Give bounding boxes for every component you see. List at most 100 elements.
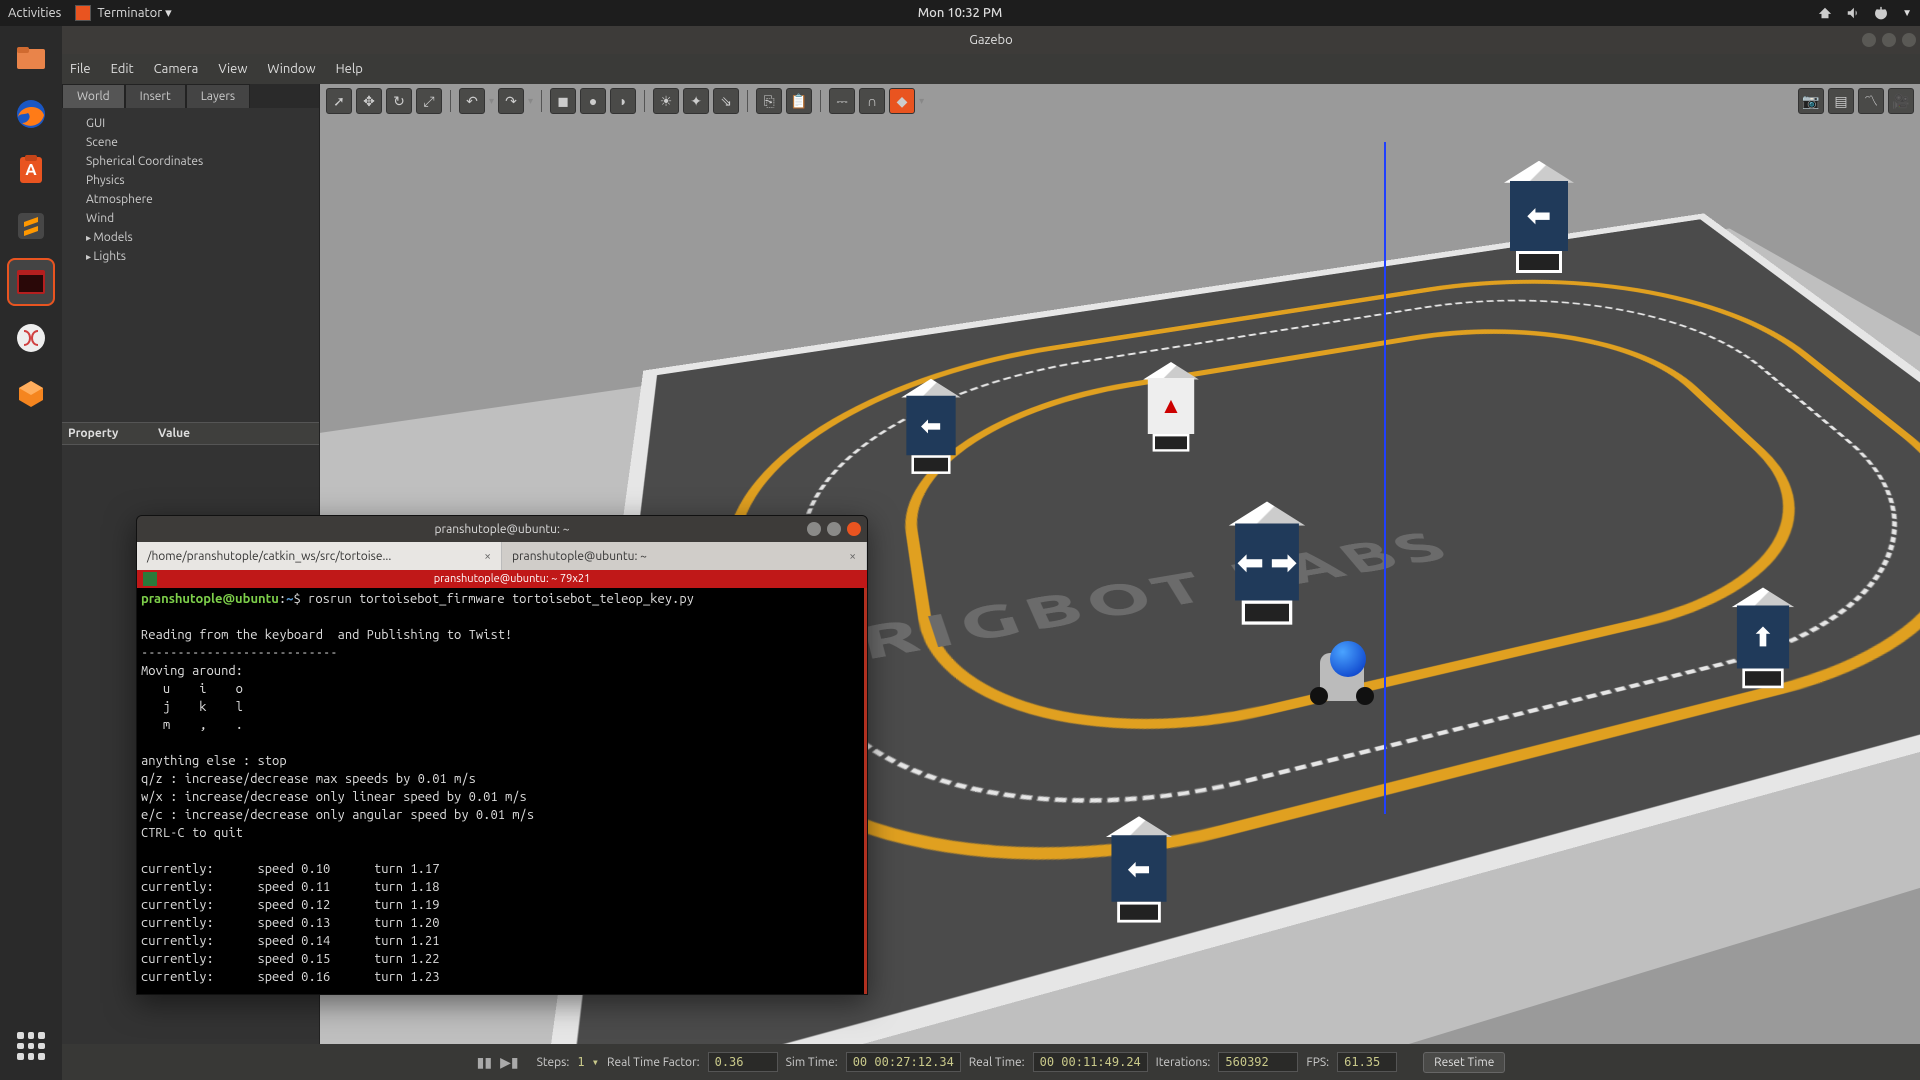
power-icon[interactable] xyxy=(1874,6,1888,20)
gazebo-titlebar: Gazebo xyxy=(62,26,1920,54)
undo-button[interactable]: ↶ xyxy=(459,88,485,114)
world-tree[interactable]: GUI Scene Spherical Coordinates Physics … xyxy=(62,108,319,272)
pause-button[interactable]: ▮▮ xyxy=(477,1054,492,1071)
term-minimize[interactable] xyxy=(807,522,821,536)
app-indicator-label: Terminator ▾ xyxy=(97,6,171,21)
term-tab-1[interactable]: /home/pranshutople/catkin_ws/src/tortois… xyxy=(137,542,502,570)
activities-button[interactable]: Activities xyxy=(8,6,61,20)
volume-icon[interactable] xyxy=(1846,6,1860,20)
col-property: Property xyxy=(68,427,158,440)
tree-item[interactable]: Atmosphere xyxy=(72,190,309,209)
plot-button[interactable]: 〽 xyxy=(1858,88,1884,114)
launcher-dock: A xyxy=(0,26,62,1080)
files-icon[interactable] xyxy=(7,34,55,82)
close-icon[interactable]: × xyxy=(849,550,856,563)
tree-item[interactable]: GUI xyxy=(72,114,309,133)
real-label: Real Time: xyxy=(969,1056,1025,1069)
software-icon[interactable]: A xyxy=(7,146,55,194)
cylinder-tool[interactable]: ◗ xyxy=(610,88,636,114)
snap-tool[interactable]: ∩ xyxy=(859,88,885,114)
redo-button[interactable]: ↷ xyxy=(498,88,524,114)
close-button[interactable] xyxy=(1902,33,1916,47)
menu-camera[interactable]: Camera xyxy=(154,62,199,76)
light-dir-tool[interactable]: ⇘ xyxy=(713,88,739,114)
term-badge-icon xyxy=(143,572,157,586)
term-tab-label: pranshutople@ubuntu: ~ xyxy=(512,550,647,563)
real-value[interactable] xyxy=(1033,1052,1148,1072)
sim-value[interactable] xyxy=(846,1052,961,1072)
app-indicator[interactable]: Terminator ▾ xyxy=(75,5,171,21)
term-status-text: pranshutople@ubuntu: ~ 79x21 xyxy=(163,573,861,585)
tree-item[interactable]: Spherical Coordinates xyxy=(72,152,309,171)
tab-insert[interactable]: Insert xyxy=(125,84,186,108)
rotate-tool[interactable]: ↻ xyxy=(386,88,412,114)
screenshot-button[interactable]: 📷 xyxy=(1798,88,1824,114)
show-apps-button[interactable] xyxy=(7,1022,55,1070)
sim-label: Sim Time: xyxy=(786,1056,838,1069)
gazebo-dock-icon[interactable] xyxy=(7,370,55,418)
iter-label: Iterations: xyxy=(1156,1056,1211,1069)
light-spot-tool[interactable]: ✦ xyxy=(683,88,709,114)
robot xyxy=(1312,641,1372,701)
menu-bar: File Edit Camera View Window Help xyxy=(62,54,1920,84)
term-close[interactable] xyxy=(847,522,861,536)
scale-tool[interactable]: ⤢ xyxy=(416,88,442,114)
terminator-titlebar[interactable]: pranshutople@ubuntu: ~ xyxy=(137,516,867,542)
clock[interactable]: Mon 10:32 PM xyxy=(918,6,1003,20)
term-maximize[interactable] xyxy=(827,522,841,536)
viewport-toolbar: ➚ ✥ ↻ ⤢ ↶ ▾ ↷ ▾ ◼ ● ◗ ☀ ✦ ⇘ ⎘ 📋 xyxy=(320,84,1920,118)
paste-button[interactable]: 📋 xyxy=(786,88,812,114)
align-tool[interactable]: ⎓ xyxy=(829,88,855,114)
minimize-button[interactable] xyxy=(1862,33,1876,47)
menu-help[interactable]: Help xyxy=(336,62,363,76)
log-button[interactable]: ▤ xyxy=(1828,88,1854,114)
record-button[interactable]: 🎥 xyxy=(1888,88,1914,114)
rtf-value[interactable] xyxy=(708,1052,778,1072)
panel-tabs: World Insert Layers xyxy=(62,84,319,108)
sign-warning: ▲ xyxy=(1143,362,1199,434)
tab-world[interactable]: World xyxy=(62,84,125,108)
selection-highlight[interactable]: ◆ xyxy=(889,88,915,114)
tree-item[interactable]: Wind xyxy=(72,209,309,228)
caret-down-icon[interactable]: ▼ xyxy=(1902,7,1912,19)
term-tabs: /home/pranshutople/catkin_ws/src/tortois… xyxy=(137,542,867,570)
network-icon[interactable] xyxy=(1818,6,1832,20)
steps-value[interactable]: 1 ▾ xyxy=(577,1055,599,1069)
translate-tool[interactable]: ✥ xyxy=(356,88,382,114)
fps-value[interactable] xyxy=(1337,1052,1397,1072)
app-icon-1[interactable] xyxy=(7,314,55,362)
iter-value[interactable] xyxy=(1218,1052,1298,1072)
menu-edit[interactable]: Edit xyxy=(111,62,134,76)
select-tool[interactable]: ➚ xyxy=(326,88,352,114)
maximize-button[interactable] xyxy=(1882,33,1896,47)
term-tab-2[interactable]: pranshutople@ubuntu: ~ × xyxy=(502,542,867,570)
sublime-icon[interactable] xyxy=(7,202,55,250)
col-value: Value xyxy=(158,427,190,440)
sphere-tool[interactable]: ● xyxy=(580,88,606,114)
sign-bottom: ⬅ xyxy=(1106,816,1173,902)
terminator-window: pranshutople@ubuntu: ~ /home/pranshutopl… xyxy=(136,515,868,995)
terminal-output[interactable]: pranshutople@ubuntu:~$ rosrun tortoisebo… xyxy=(137,588,867,994)
reset-time-button[interactable]: Reset Time xyxy=(1423,1052,1505,1073)
tree-item-models[interactable]: Models xyxy=(72,228,309,247)
step-button[interactable]: ▶▮ xyxy=(500,1054,518,1071)
menu-window[interactable]: Window xyxy=(267,62,315,76)
terminator-dock-icon[interactable] xyxy=(7,258,55,306)
term-tab-label: /home/pranshutople/catkin_ws/src/tortois… xyxy=(147,550,391,563)
close-icon[interactable]: × xyxy=(484,550,491,563)
copy-button[interactable]: ⎘ xyxy=(756,88,782,114)
light-point-tool[interactable]: ☀ xyxy=(653,88,679,114)
firefox-icon[interactable] xyxy=(7,90,55,138)
tab-layers[interactable]: Layers xyxy=(186,84,250,108)
ubuntu-top-panel: Activities Terminator ▾ Mon 10:32 PM ▼ xyxy=(0,0,1920,26)
term-title-text: pranshutople@ubuntu: ~ xyxy=(435,523,570,536)
menu-view[interactable]: View xyxy=(218,62,247,76)
terminator-icon xyxy=(75,5,91,21)
steps-label: Steps: xyxy=(537,1056,570,1069)
menu-file[interactable]: File xyxy=(70,62,91,76)
tree-item[interactable]: Scene xyxy=(72,133,309,152)
fps-label: FPS: xyxy=(1306,1056,1329,1069)
tree-item[interactable]: Physics xyxy=(72,171,309,190)
box-tool[interactable]: ◼ xyxy=(550,88,576,114)
tree-item-lights[interactable]: Lights xyxy=(72,247,309,266)
